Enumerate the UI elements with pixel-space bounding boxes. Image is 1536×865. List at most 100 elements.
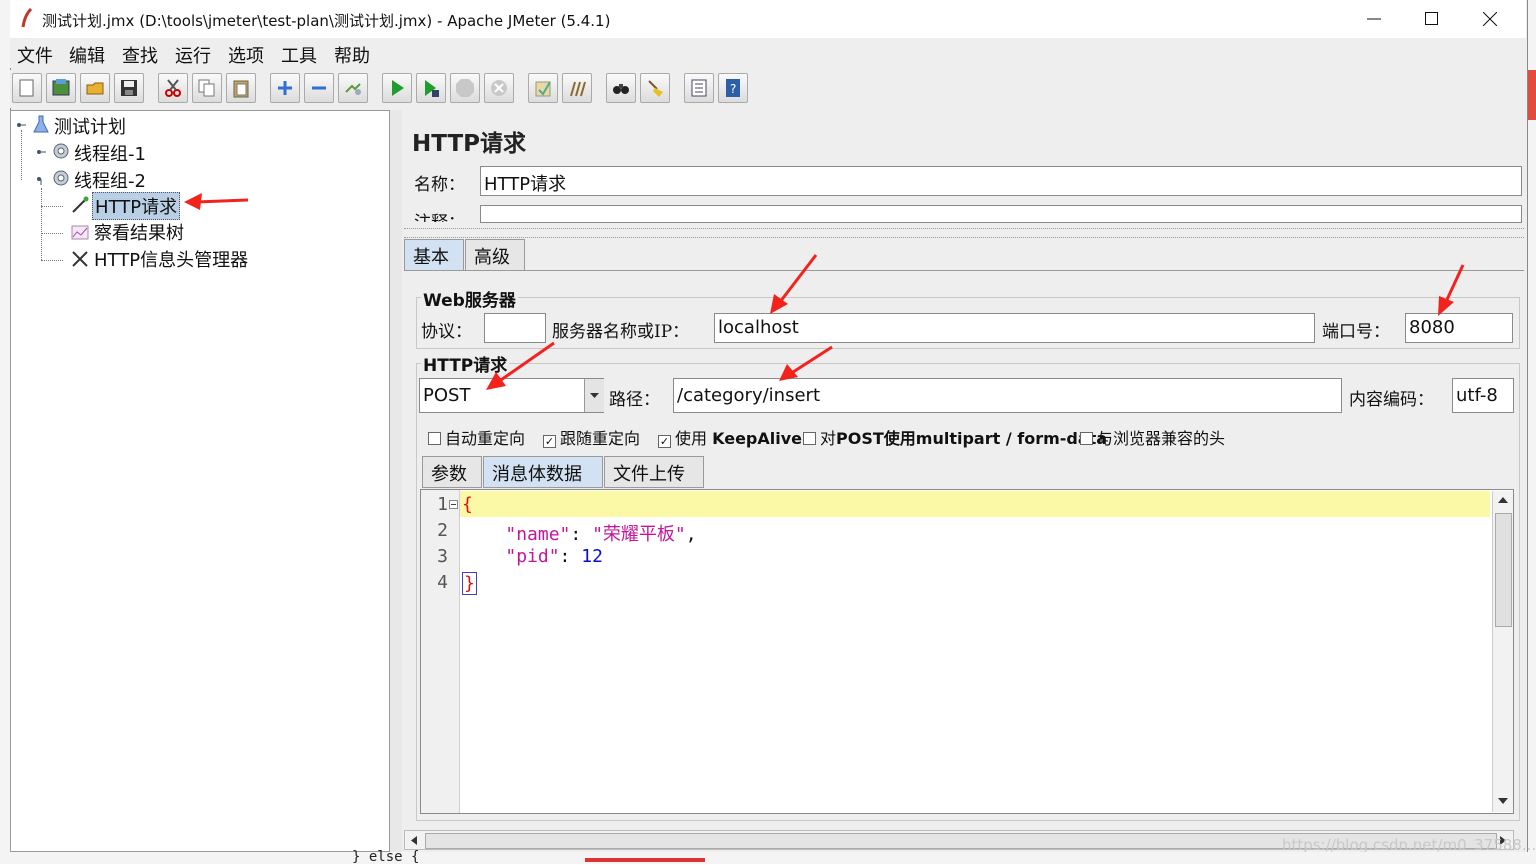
menu-file[interactable]: 文件 [17, 42, 53, 68]
clear-all-button[interactable] [562, 73, 592, 103]
chevron-left-icon[interactable] [410, 835, 418, 846]
tree-line [41, 188, 42, 260]
json-comma: , [685, 524, 697, 545]
chevron-up-icon[interactable] [1497, 496, 1509, 504]
background-window-left [0, 0, 10, 864]
protocol-field[interactable] [484, 313, 546, 343]
save-button[interactable] [114, 73, 144, 103]
start-no-pause-button[interactable] [416, 73, 446, 103]
clear-button[interactable] [528, 73, 558, 103]
function-helper-button[interactable] [684, 73, 714, 103]
tree-item-header-manager[interactable]: HTTP信息头管理器 [94, 246, 248, 272]
tab-files-upload[interactable]: 文件上传 [604, 456, 704, 488]
search-button[interactable] [606, 73, 636, 103]
minimize-button[interactable] [1345, 0, 1403, 38]
background-code-text: } else { [352, 849, 420, 865]
beaker-icon [33, 115, 49, 133]
start-button[interactable] [382, 73, 412, 103]
json-separator: : [559, 546, 582, 567]
help-icon: ? [726, 79, 740, 97]
tab-basic[interactable]: 基本 [404, 239, 464, 271]
background-red-bar [585, 858, 705, 862]
tree-item-thread-group-2[interactable]: 线程组-2 [74, 167, 146, 193]
menu-help[interactable]: 帮助 [334, 42, 370, 68]
tab-advanced[interactable]: 高级 [465, 239, 525, 271]
save-icon [121, 80, 137, 96]
cut-button[interactable] [158, 73, 188, 103]
server-name-label: 服务器名称或IP： [552, 322, 690, 342]
browser-compatible-headers-checkbox[interactable]: 与浏览器兼容的头 [1080, 425, 1225, 449]
templates-icon [52, 79, 70, 96]
copy-button[interactable] [192, 73, 222, 103]
protocol-label: 协议： [421, 322, 472, 342]
auto-redirect-checkbox[interactable]: 自动重定向 [428, 425, 525, 449]
tree-item-view-results-tree[interactable]: 察看结果树 [94, 219, 184, 245]
toggle-button[interactable] [338, 73, 368, 103]
clear-icon [535, 81, 551, 97]
checkbox-box [428, 432, 441, 445]
menu-edit[interactable]: 编辑 [69, 42, 105, 68]
json-string: "荣耀平板" [592, 524, 686, 545]
menu-options[interactable]: 选项 [228, 42, 264, 68]
chevron-down-icon[interactable] [1497, 797, 1509, 805]
path-field[interactable]: /category/insert [673, 378, 1342, 413]
follow-redirect-checkbox[interactable]: ✓ 跟随重定向 [543, 425, 640, 449]
tree-line [41, 260, 63, 261]
line-number: 1 [437, 494, 448, 515]
code-line-1: { [462, 494, 473, 515]
close-icon [1483, 12, 1497, 26]
tree-toggle-icon[interactable] [35, 173, 47, 185]
editor-vertical-scrollbar[interactable] [1492, 491, 1513, 812]
tree-item-http-request[interactable]: HTTP请求 [92, 192, 181, 220]
new-button[interactable] [12, 73, 42, 103]
menu-search[interactable]: 查找 [122, 42, 158, 68]
tree-item-test-plan[interactable]: 测试计划 [54, 113, 126, 139]
maximize-button[interactable] [1403, 0, 1461, 38]
keepalive-label: KeepAlive [712, 429, 802, 448]
multipart-label-prefix: 对 [820, 429, 837, 448]
encoding-label: 内容编码： [1349, 390, 1434, 410]
open-icon [86, 82, 104, 95]
method-dropdown-button[interactable] [584, 379, 604, 412]
menu-tools[interactable]: 工具 [281, 42, 317, 68]
comment-splitter[interactable] [404, 228, 1524, 238]
json-number: 12 [581, 546, 603, 567]
expand-button[interactable] [270, 73, 300, 103]
fold-icon[interactable] [449, 500, 458, 509]
tree-line [21, 130, 22, 180]
reset-search-button[interactable] [640, 73, 670, 103]
annotation-arrow [184, 193, 249, 210]
encoding-field[interactable]: utf-8 [1452, 378, 1514, 413]
tab-parameters[interactable]: 参数 [422, 456, 482, 488]
tab-body-data[interactable]: 消息体数据 [483, 456, 603, 488]
toggle-icon [345, 83, 361, 95]
maximize-icon [1425, 12, 1438, 25]
list-icon [691, 79, 707, 97]
split-pane-divider[interactable] [390, 110, 402, 852]
check-icon: ✓ [543, 435, 556, 448]
collapse-button[interactable] [304, 73, 334, 103]
open-button[interactable] [80, 73, 110, 103]
close-button[interactable] [1461, 0, 1519, 38]
code-line-2: "name": "荣耀平板", [462, 520, 697, 546]
scroll-thumb[interactable] [1495, 513, 1512, 627]
comment-label: 注释： [414, 208, 465, 222]
tree-line [41, 233, 63, 234]
start-icon [392, 80, 404, 96]
tree-toggle-icon[interactable] [15, 119, 27, 131]
comment-field[interactable] [480, 205, 1522, 223]
keepalive-checkbox[interactable]: ✓ 使用 KeepAlive [658, 425, 802, 449]
templates-button[interactable] [46, 73, 76, 103]
tree-item-thread-group-1[interactable]: 线程组-1 [74, 140, 146, 166]
line-number: 4 [437, 572, 448, 593]
help-button[interactable]: ? [718, 73, 748, 103]
tree-toggle-icon[interactable] [35, 146, 47, 158]
name-field[interactable]: HTTP请求 [480, 166, 1522, 196]
menu-run[interactable]: 运行 [175, 42, 211, 68]
multipart-label: POST使用multipart / form-data [836, 429, 1108, 448]
paste-button[interactable] [226, 73, 256, 103]
method-value: POST [423, 385, 471, 406]
server-name-field[interactable]: localhost [714, 313, 1315, 343]
multipart-checkbox[interactable]: 对POST使用multipart / form-data [803, 425, 1107, 449]
current-line-highlight [460, 491, 1490, 517]
